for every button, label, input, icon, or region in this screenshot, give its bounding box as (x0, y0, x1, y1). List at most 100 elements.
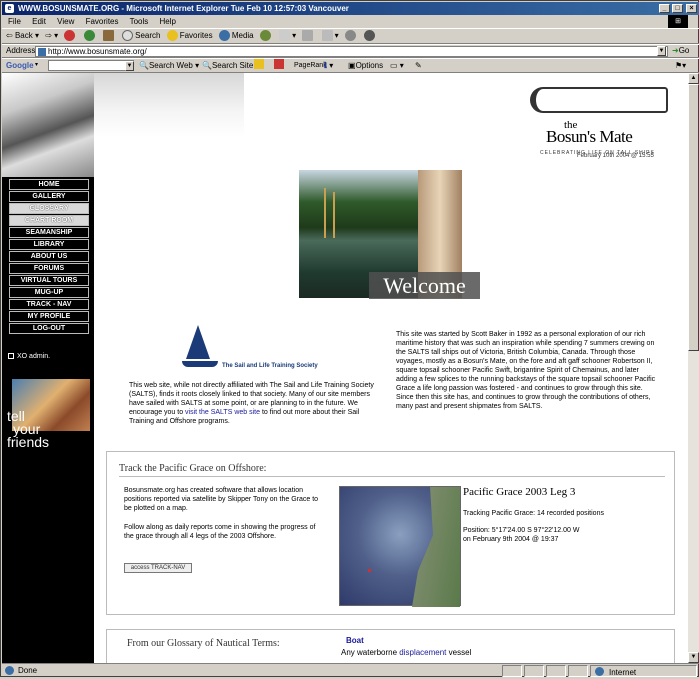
folder-icon: ▭ (390, 61, 398, 70)
vertical-scrollbar[interactable]: ▲ ▼ (688, 73, 699, 663)
nav-seamanship[interactable]: SEAMANSHIP (9, 227, 89, 238)
menu-view[interactable]: View (57, 17, 74, 26)
scroll-up-arrow-icon[interactable]: ▲ (688, 73, 699, 84)
pagerank-indicator: PageRank (294, 62, 327, 69)
messenger-button[interactable] (364, 29, 377, 43)
maximize-button[interactable]: □ (672, 4, 683, 13)
salts-web-site-link[interactable]: visit the SALTS web site (185, 409, 260, 416)
stop-icon (64, 30, 76, 42)
discuss-button[interactable] (344, 29, 358, 43)
page-info-button[interactable] (254, 59, 264, 73)
google-toolbar: Google ▾ ▼ 🔍Search Web ▾ 🔍Search Site Pa… (2, 58, 699, 73)
mail-button[interactable]: ▾ (279, 29, 296, 43)
status-segment (568, 665, 588, 677)
home-button[interactable] (102, 29, 116, 43)
nav-track-nav[interactable]: TRACK - NAV (9, 299, 89, 310)
media-icon (218, 30, 230, 42)
nav-menu: HOME GALLERY GLOSSARY CHART ROOM SEAMANS… (9, 179, 89, 335)
menu-edit[interactable]: Edit (32, 17, 46, 26)
track-map[interactable] (339, 486, 461, 607)
menu-favorites[interactable]: Favorites (86, 17, 119, 26)
google-menu-arrow-icon[interactable]: ▾ (35, 59, 38, 72)
pencil-button[interactable]: ✎ (415, 59, 422, 72)
security-zone: Internet (590, 665, 697, 677)
info-button[interactable]: ℹ ▾ (324, 59, 333, 72)
favorites-button[interactable]: Favorites (166, 29, 213, 43)
track-description: Bosunsmate.org has created software that… (124, 487, 319, 512)
page-content: HOME GALLERY GLOSSARY CHART ROOM SEAMANS… (2, 73, 688, 663)
status-text: Done (18, 666, 38, 675)
tell-friends-link[interactable]: tell your friends (7, 409, 49, 449)
options-button[interactable]: ▣Options (348, 59, 383, 72)
status-segment (502, 665, 522, 677)
ship-hull-icon (182, 361, 218, 367)
nav-forums[interactable]: FORUMS (9, 263, 89, 274)
media-button[interactable]: Media (218, 29, 254, 43)
status-segment (546, 665, 566, 677)
minimize-button[interactable]: _ (659, 4, 670, 13)
displacement-link[interactable]: displacement (399, 648, 446, 657)
address-label: Address (6, 46, 36, 55)
toolbar-options-button[interactable]: ⚑▾ (675, 59, 686, 72)
nav-mug-up[interactable]: MUG-UP (9, 287, 89, 298)
nav-gallery[interactable]: GALLERY (9, 191, 89, 202)
google-search-dropdown[interactable]: ▼ (125, 61, 134, 71)
glossary-section: From our Glossary of Nautical Terms: Boa… (106, 629, 675, 663)
history-icon (259, 30, 271, 42)
sidebar: HOME GALLERY GLOSSARY CHART ROOM SEAMANS… (2, 73, 94, 663)
search-button[interactable]: Search (122, 29, 160, 43)
highlight-icon (274, 59, 284, 69)
header-sail-photo (94, 73, 244, 137)
welcome-banner: Welcome (369, 272, 480, 299)
nav-glossary[interactable]: GLOSSARY (9, 203, 89, 214)
search-site-button[interactable]: 🔍Search Site (202, 59, 253, 72)
standard-toolbar: ⇦ Back ▾ ⇨ ▾ Search Favorites Media ▾ ▾ (2, 28, 699, 44)
history-button[interactable] (259, 29, 273, 43)
home-icon (102, 30, 114, 42)
divider (119, 476, 665, 477)
windows-logo-icon: ⊞ (668, 15, 688, 28)
highlight-button[interactable] (274, 59, 284, 73)
window-title: WWW.BOSUNSMATE.ORG - Microsoft Internet … (18, 4, 349, 13)
search-web-button[interactable]: 🔍Search Web ▾ (139, 59, 199, 72)
edit-button[interactable]: ▾ (321, 29, 339, 43)
admin-checkbox-icon (8, 353, 14, 360)
nav-home[interactable]: HOME (9, 179, 89, 190)
stop-button[interactable] (64, 29, 77, 43)
glossary-term-link[interactable]: Boat (346, 636, 364, 645)
folder-button[interactable]: ▭ ▾ (390, 59, 404, 72)
nav-virtual-tours[interactable]: VIRTUAL TOURS (9, 275, 89, 286)
nav-about-us[interactable]: ABOUT US (9, 251, 89, 262)
nav-log-out[interactable]: LOG-OUT (9, 323, 89, 334)
back-button[interactable]: ⇦ Back ▾ (6, 29, 39, 43)
menu-help[interactable]: Help (160, 17, 176, 26)
status-bar: Done Internet (2, 663, 699, 677)
forward-button[interactable]: ⇨ ▾ (45, 29, 58, 43)
google-search-input[interactable] (48, 60, 134, 71)
nav-library[interactable]: LIBRARY (9, 239, 89, 250)
close-button[interactable]: × (686, 4, 697, 13)
bosuns-mate-logo[interactable]: the Bosun's Mate CELEBRATING LIFE ON TAL… (522, 83, 672, 161)
go-button[interactable]: ➜Go (672, 45, 689, 57)
search-icon (122, 30, 134, 42)
salts-logo[interactable]: The Sail and Life Training Society (182, 325, 332, 375)
info-icon: ℹ (324, 61, 328, 70)
scroll-thumb[interactable] (688, 84, 699, 351)
ie-icon: e (5, 4, 14, 13)
admin-link[interactable]: XO admin. (8, 353, 50, 360)
address-input[interactable]: http://www.bosunsmate.org/ (35, 46, 668, 57)
nav-chart-room[interactable]: CHART ROOM (9, 215, 89, 226)
refresh-button[interactable] (83, 29, 97, 43)
menu-file[interactable]: File (8, 17, 21, 26)
page-icon (38, 48, 46, 56)
address-bar: Address http://www.bosunsmate.org/ ▼ ➜Go (2, 44, 699, 58)
scroll-down-arrow-icon[interactable]: ▼ (688, 652, 699, 663)
messenger-icon (364, 30, 376, 42)
access-track-nav-button[interactable]: access TRACK-NAV (124, 563, 192, 573)
print-button[interactable] (302, 29, 315, 43)
pencil-icon: ✎ (415, 61, 422, 70)
nav-my-profile[interactable]: MY PROFILE (9, 311, 89, 322)
menu-tools[interactable]: Tools (130, 17, 149, 26)
google-logo[interactable]: Google (6, 59, 34, 72)
address-dropdown-button[interactable]: ▼ (657, 46, 666, 56)
